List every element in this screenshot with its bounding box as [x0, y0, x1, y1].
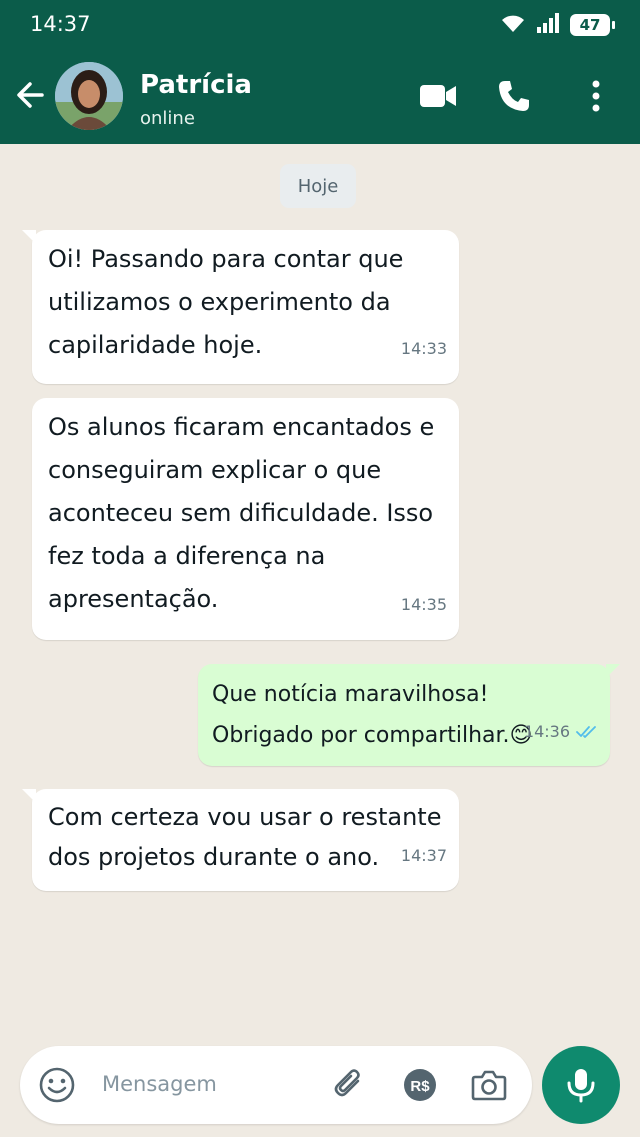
date-chip: Hoje	[280, 164, 356, 208]
message-text: Com certeza vou usar o restante dos proj…	[48, 803, 442, 871]
message-time: 14:37	[400, 846, 447, 865]
mic-icon	[567, 1069, 595, 1103]
message-input[interactable]: Mensagem	[102, 1072, 217, 1096]
camera-button[interactable]	[470, 1066, 508, 1104]
message-bubble-incoming[interactable]: Os alunos ficaram encantados e conseguir…	[32, 398, 459, 640]
message-time: 14:35	[400, 595, 447, 614]
message-bubble-incoming[interactable]: Com certeza vou usar o restante dos proj…	[22, 789, 459, 891]
status-icons: 47	[500, 12, 615, 38]
message-bubble-incoming[interactable]: Oi! Passando para contar que utilizamos …	[22, 230, 459, 384]
message-meta: 14:33	[401, 327, 447, 370]
more-vert-icon	[592, 80, 600, 112]
attach-button[interactable]	[330, 1066, 368, 1104]
back-arrow-icon	[17, 82, 44, 108]
message-time: 14:36	[523, 722, 570, 741]
mic-button[interactable]	[542, 1046, 620, 1124]
message-bubble-outgoing[interactable]: Que notícia maravilhosa! Obrigado por co…	[198, 664, 620, 766]
message-time: 14:33	[400, 339, 447, 358]
emoji-button[interactable]	[38, 1066, 76, 1104]
double-check-icon	[576, 725, 596, 738]
payment-currency-label: R$	[410, 1078, 430, 1095]
avatar[interactable]	[55, 62, 123, 130]
battery-indicator: 47	[570, 14, 615, 36]
message-composer: Mensagem R$	[20, 1046, 532, 1124]
message-meta: 14:36	[524, 711, 598, 752]
wifi-icon	[500, 12, 526, 38]
video-call-icon	[420, 85, 456, 107]
message-meta: 14:35	[401, 583, 447, 626]
signal-icon	[536, 12, 560, 38]
app-header: 14:37 47 Patrícia online	[0, 0, 640, 144]
message-text: Oi! Passando para contar que utilizamos …	[48, 245, 404, 359]
emoji-icon	[39, 1067, 75, 1103]
message-meta: 14:37	[401, 834, 447, 877]
attach-icon	[334, 1069, 360, 1097]
back-button[interactable]	[12, 77, 48, 113]
video-call-button[interactable]	[418, 76, 458, 116]
payment-button[interactable]: R$	[401, 1066, 439, 1104]
payment-icon: R$	[404, 1069, 436, 1101]
voice-call-button[interactable]	[494, 76, 534, 116]
contact-name[interactable]: Patrícia	[140, 70, 252, 100]
status-time: 14:37	[30, 12, 91, 36]
phone-icon	[499, 81, 529, 111]
status-bar: 14:37 47	[0, 0, 640, 50]
camera-icon	[471, 1070, 507, 1101]
conversation-header: Patrícia online	[0, 52, 640, 142]
chat-area[interactable]: Hoje Oi! Passando para contar que utiliz…	[0, 144, 640, 1137]
more-options-button[interactable]	[576, 76, 616, 116]
contact-status: online	[140, 108, 195, 129]
message-text: Os alunos ficaram encantados e conseguir…	[48, 413, 435, 613]
